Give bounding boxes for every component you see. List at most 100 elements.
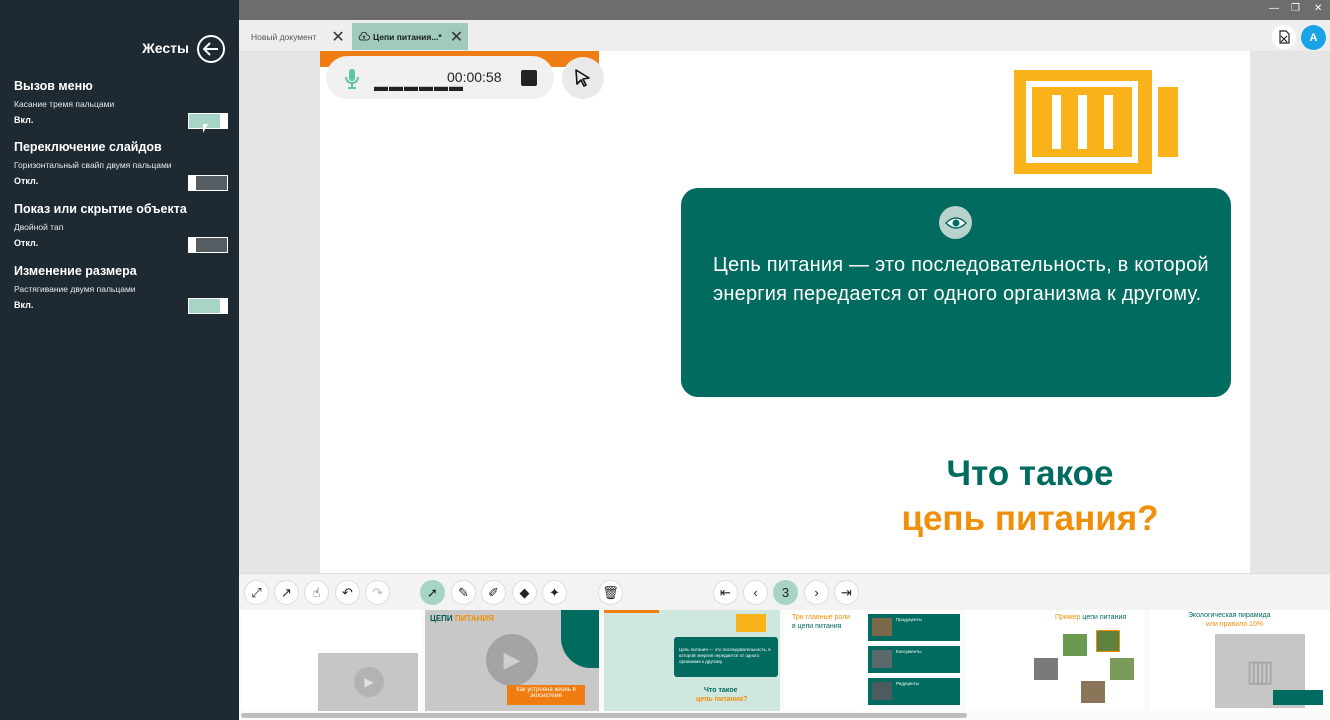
minimize-icon[interactable]: — [1269,3,1279,14]
cursor-arrow-icon: ➚ [427,584,438,600]
delete-button[interactable]: 🗑 [598,580,623,605]
gesture-desc: Горизонтальный свайп двумя пальцами [14,160,172,170]
eraser-button[interactable]: ◆ [512,580,537,605]
definition-text: Цепь питания — это последовательность, в… [713,254,1209,305]
slide-canvas[interactable]: ▬▬▬▬▬▬ 00:00:58 Цепь питания — это после… [320,51,1250,573]
thumb-title: Пример цепи питания [1055,614,1127,621]
recording-bar: ▬▬▬▬▬▬ 00:00:58 [326,56,554,99]
avatar[interactable]: A [1301,25,1326,50]
toggle-menu[interactable] [188,113,228,129]
gesture-desc: Растягивание двумя пальцами [14,284,136,294]
last-page-icon: ⇥ [841,584,852,600]
highlighter-icon: ✐ [488,584,499,600]
trash-icon: 🗑 [602,584,619,600]
tab-label: Новый документ [251,31,317,42]
fullscreen-icon: ⤢ [251,584,262,600]
magic-icon: ✦ [549,584,560,600]
microphone-icon[interactable] [344,68,360,90]
toggle-resize[interactable] [188,298,228,314]
back-button[interactable] [197,35,225,63]
stop-recording-button[interactable] [521,70,537,86]
pencil-icon: ✎ [458,584,469,600]
page-indicator[interactable]: 3 [773,580,798,605]
first-page-icon: ⇤ [720,584,731,600]
thumb-text: Цепь питания — это последовательность, в… [674,637,778,677]
thumbnail-slide-4[interactable]: Три главные роли в цепи питания Продуцен… [784,610,961,711]
tab-new-document[interactable]: Новый документ ✕ [239,23,349,50]
select-tool-button[interactable]: ➚ [420,580,445,605]
gesture-title: Изменение размера [14,264,137,278]
close-icon[interactable]: ✕ [331,27,344,47]
arrow-left-icon [203,42,218,56]
thumb-title-a: Три главные роли [792,614,851,621]
close-window-icon[interactable]: ✕ [1314,3,1322,14]
main-area: — ❐ ✕ Новый документ ✕ Цепи питания...* … [239,0,1330,720]
close-icon[interactable]: ✕ [450,27,463,47]
app-root: Жесты Вызов меню Касание тремя пальцами … [0,0,1330,720]
pointer-button[interactable] [562,57,604,99]
cursor-arrow-icon [575,69,590,87]
hand-icon: ☝ [312,584,321,600]
definition-card[interactable]: Цепь питания — это последовательность, в… [681,188,1231,397]
toggle-slides[interactable] [188,175,228,191]
restore-icon[interactable]: ❐ [1291,3,1300,14]
thumb-caption: Как устроена жизнь в экосистеме [507,685,585,705]
gesture-title: Показ или скрытие объекта [14,202,187,216]
page-number: 3 [781,585,790,600]
thumb-q2: цепь питания? [696,696,748,703]
toggle-object[interactable] [188,237,228,253]
thumb-title-b: в цепи питания [792,623,842,630]
recording-timer: 00:00:58 [447,69,502,85]
gesture-title: Вызов меню [14,79,93,93]
question-line-1: Что такое [946,454,1114,493]
battery-icon [736,614,766,632]
thumbnails-scrollbar[interactable] [241,713,967,718]
thumbnail-slide-3[interactable]: Цепь питания — это последовательность, в… [604,610,780,711]
highlighter-button[interactable]: ✐ [481,580,506,605]
gesture-object: Показ или скрытие объекта Двойной тап От… [14,202,228,253]
thumbnail-slide-1[interactable]: ▶ [241,610,421,711]
battery-icon [1014,70,1178,174]
thumbnail-slide-2[interactable]: ЦЕПИ ПИТАНИЯ ▶ Как устроена жизнь в экос… [425,610,599,711]
gesture-desc: Двойной тап [14,222,64,232]
effects-button[interactable]: ✦ [542,580,567,605]
gesture-title: Переключение слайдов [14,140,162,154]
thumb-title-a: Экологическая пирамида [1188,612,1271,619]
video-placeholder: ▶ [318,653,418,711]
pen-tool-button[interactable]: ✎ [451,580,476,605]
first-slide-button[interactable]: ⇤ [713,580,738,605]
slide-thumbnails: ▶ ЦЕПИ ПИТАНИЯ ▶ Как устроена жизнь в эк… [239,610,1330,720]
mouse-cursor-icon [203,124,208,133]
thumb-title-b: или правило 10% [1206,621,1264,628]
play-icon: ▶ [486,634,538,686]
last-slide-button[interactable]: ⇥ [834,580,859,605]
gesture-menu: Вызов меню Касание тремя пальцами Вкл. [14,79,228,129]
gesture-desc: Касание тремя пальцами [14,99,115,109]
export-file-icon[interactable] [1272,25,1296,49]
gestures-panel: Жесты Вызов меню Касание тремя пальцами … [0,0,239,720]
external-link-icon: ↗ [281,584,292,600]
bottom-toolbar: ⤢ ↗ ☝ ↶ ↷ ➚ ✎ ✐ ◆ ✦ 🗑 ⇤ ‹ 3 › ⇥ [239,573,1330,610]
redo-button[interactable]: ↷ [365,580,390,605]
thumb-q1: Что такое [704,687,738,694]
tab-label: Цепи питания...* [373,31,442,42]
thumb-role: Редуценты [896,681,919,686]
tab-food-chains[interactable]: Цепи питания...* ✕ [352,23,468,50]
share-button[interactable]: ↗ [274,580,299,605]
next-slide-button[interactable]: › [804,580,829,605]
play-icon: ▶ [354,667,384,697]
thumbnail-slide-5[interactable]: Пример цепи питания [965,610,1145,711]
question-line-2: цепь питания? [901,499,1159,538]
undo-icon: ↶ [342,584,353,600]
eye-icon[interactable] [939,206,972,239]
chevron-left-icon: ‹ [753,585,758,600]
gesture-resize: Изменение размера Растягивание двумя пал… [14,264,228,314]
panel-title: Жесты [142,40,189,56]
redo-icon: ↷ [372,584,383,600]
fullscreen-button[interactable]: ⤢ [244,580,269,605]
prev-slide-button[interactable]: ‹ [743,580,768,605]
hand-button[interactable]: ☝ [304,580,329,605]
thumb-role: Консументы [896,649,922,654]
thumbnail-slide-6[interactable]: Экологическая пирамида или правило 10% ▥ [1149,610,1330,711]
undo-button[interactable]: ↶ [335,580,360,605]
